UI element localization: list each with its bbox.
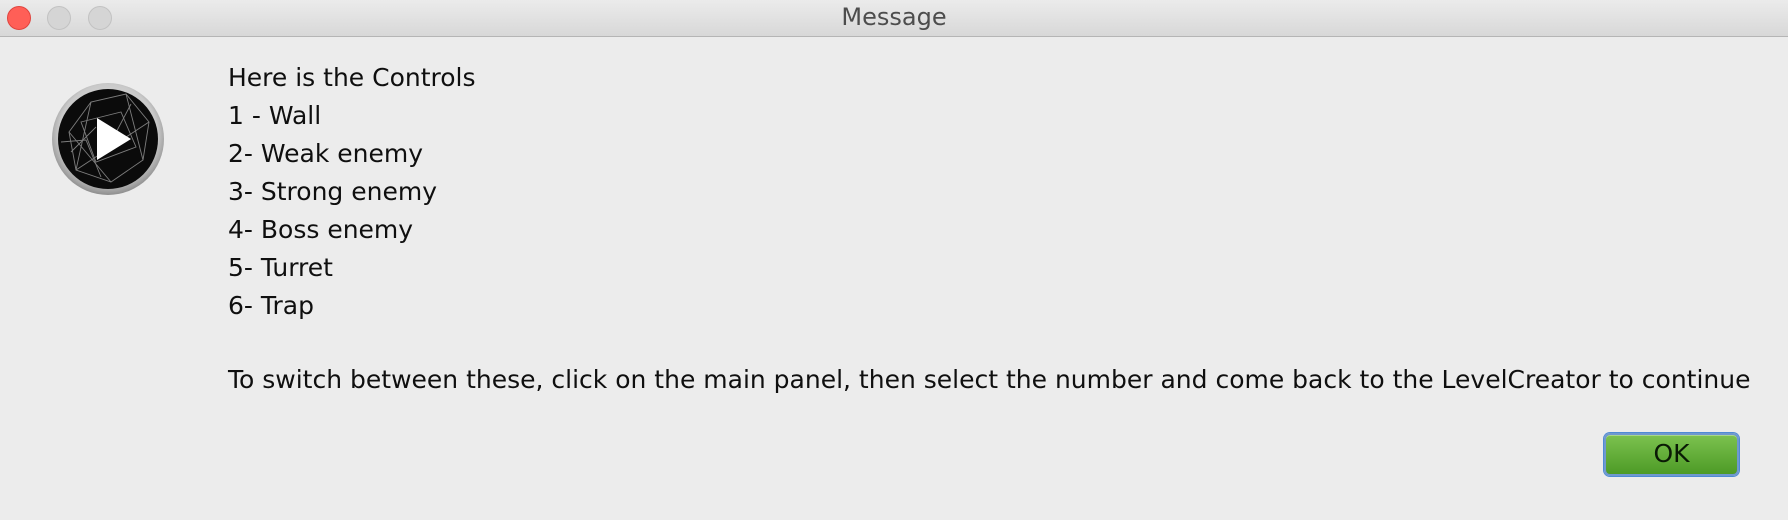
control-item: 5- Turret [228,253,333,282]
message-instructions: To switch between these, click on the ma… [228,365,1751,394]
ok-button[interactable]: OK [1604,433,1739,476]
control-item: 6- Trap [228,291,314,320]
control-item: 2- Weak enemy [228,139,424,168]
message-text: Here is the Controls 1 - Wall 2- Weak en… [228,59,1751,399]
control-item: 1 - Wall [228,101,322,130]
control-item: 3- Strong enemy [228,177,437,206]
title-bar[interactable]: Message [0,0,1788,37]
message-dialog: Message Here is the Controls 1 - Wall 2-… [0,0,1788,520]
play-icon [51,82,165,196]
message-heading: Here is the Controls [228,63,476,92]
window-title: Message [841,3,947,31]
control-item: 4- Boss enemy [228,215,414,244]
